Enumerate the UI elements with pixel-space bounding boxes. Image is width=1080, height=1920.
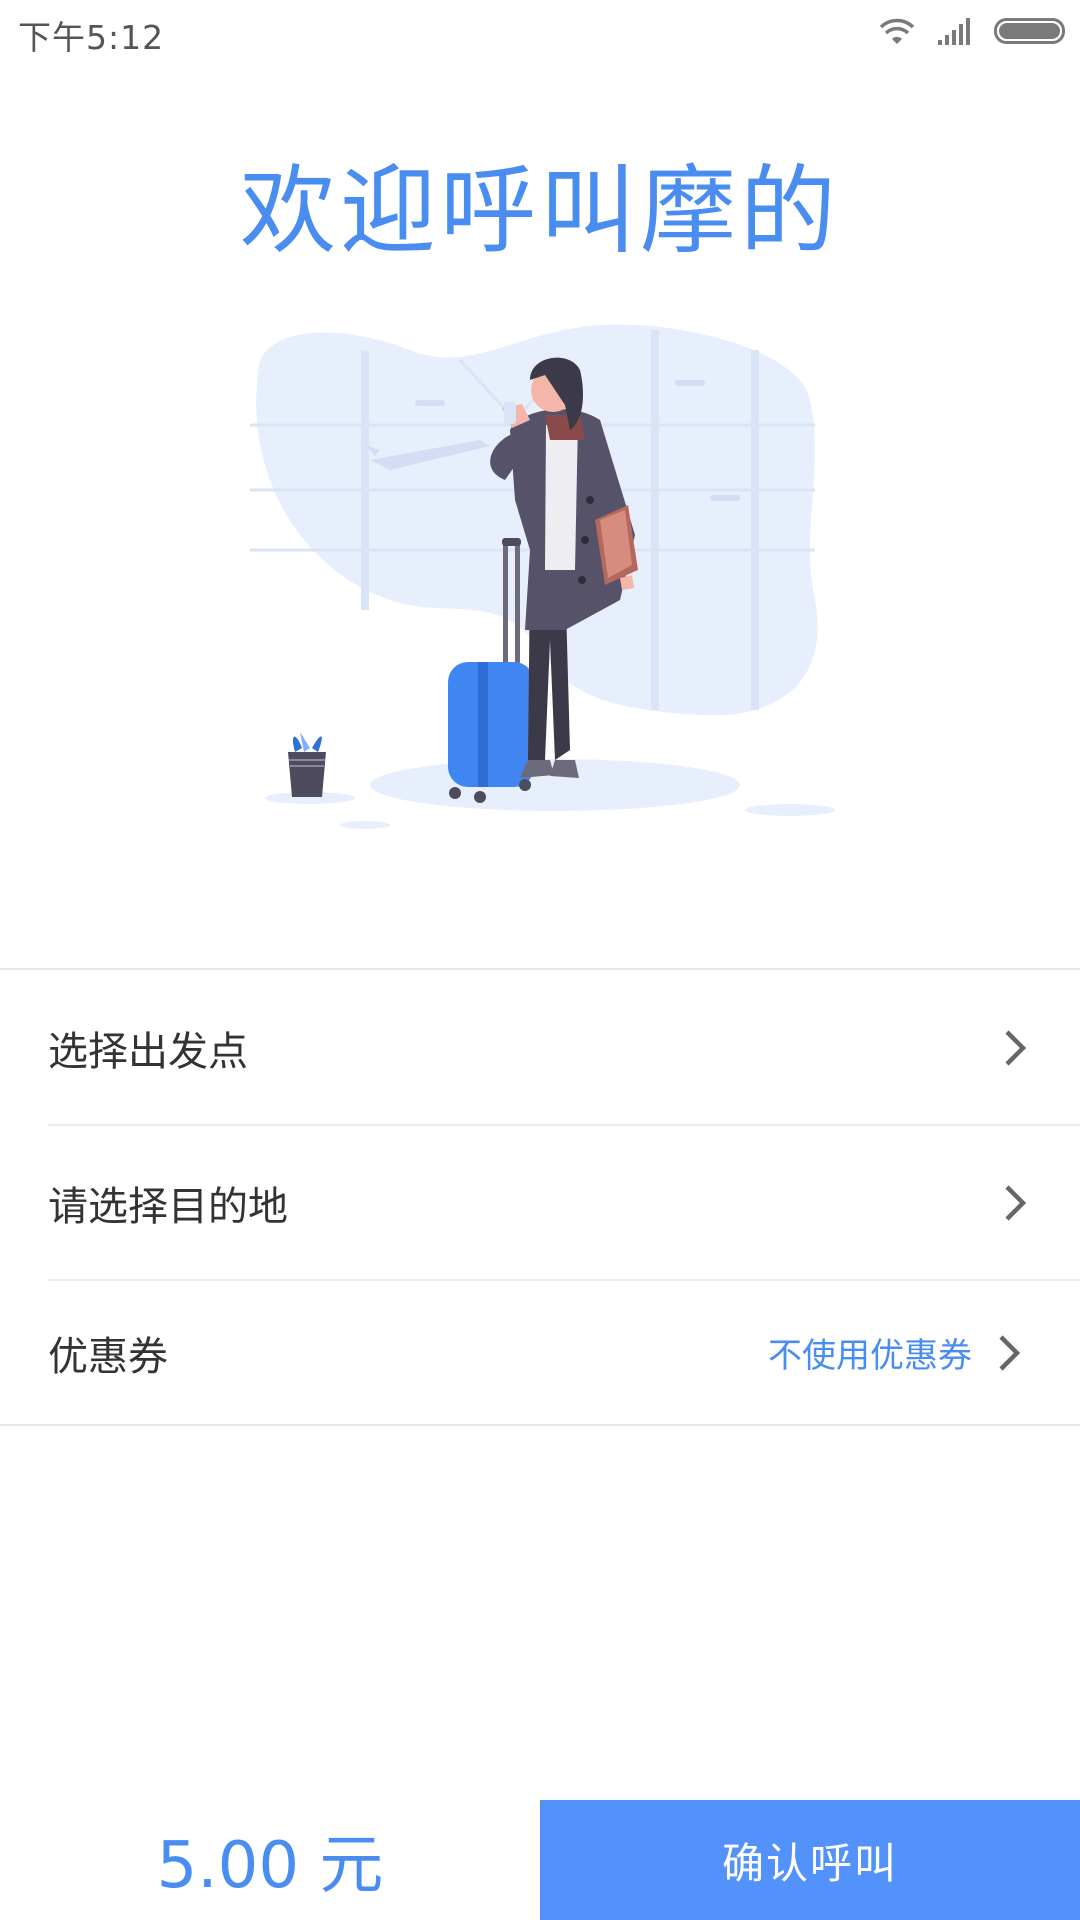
page-title: 欢迎呼叫摩的: [240, 155, 840, 267]
destination-row[interactable]: 请选择目的地: [0, 1126, 1080, 1280]
status-icons: [878, 14, 1066, 48]
wifi-icon: [879, 18, 915, 44]
traveler-illustration: [250, 324, 835, 829]
coupon-label: 优惠券: [48, 1333, 168, 1380]
status-time: 下午5:12: [18, 18, 165, 57]
signal-icon: [938, 18, 970, 45]
chevron-right-icon: [1005, 1029, 1027, 1066]
destination-label: 请选择目的地: [48, 1184, 288, 1230]
confirm-call-button[interactable]: 确认呼叫: [540, 1800, 1080, 1920]
chevron-right-icon: [1005, 1185, 1027, 1221]
departure-label: 选择出发点: [48, 1028, 248, 1075]
battery-icon: [994, 18, 1065, 44]
status-bar: 下午5:12: [0, 0, 1080, 62]
fare-price: 5.00 元: [156, 1829, 384, 1903]
coupon-row[interactable]: 优惠券 不使用优惠券: [0, 1281, 1080, 1424]
coupon-value: 不使用优惠券: [768, 1336, 972, 1376]
chevron-right-icon: [999, 1334, 1021, 1371]
departure-row[interactable]: 选择出发点: [0, 970, 1080, 1125]
divider-bottom: [0, 1424, 1080, 1426]
